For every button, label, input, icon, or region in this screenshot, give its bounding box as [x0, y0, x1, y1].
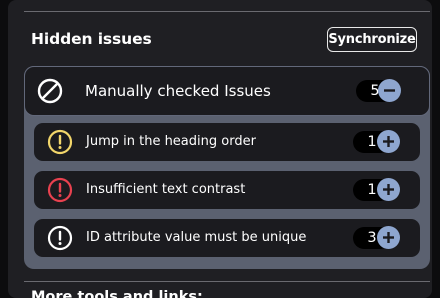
plus-icon	[383, 232, 394, 243]
group-label: Manually checked Issues	[85, 82, 271, 100]
synchronize-button[interactable]: Synchronize	[327, 27, 417, 52]
issue-label: ID attribute value must be unique	[86, 230, 307, 245]
divider	[24, 11, 430, 12]
plus-icon	[383, 136, 394, 147]
unhide-issue-button[interactable]	[377, 130, 400, 153]
info-exclamation-icon	[47, 225, 73, 251]
unhide-issue-button[interactable]	[377, 226, 400, 249]
minus-icon	[384, 89, 395, 92]
section-title-hidden-issues: Hidden issues	[31, 30, 152, 48]
collapse-group-button[interactable]	[378, 79, 401, 102]
warning-exclamation-icon	[47, 129, 73, 155]
divider	[24, 281, 430, 282]
ban-icon	[37, 78, 63, 104]
section-title-more-tools: More tools and links:	[31, 289, 203, 298]
issue-row-heading-order[interactable]: Jump in the heading order 1	[34, 123, 420, 161]
error-exclamation-icon	[47, 177, 73, 203]
page: Hidden issues Synchronize Manually check…	[0, 0, 440, 298]
group-header[interactable]: Manually checked Issues 5	[24, 66, 430, 116]
issue-label: Insufficient text contrast	[86, 182, 246, 197]
issue-row-text-contrast[interactable]: Insufficient text contrast 1	[34, 171, 420, 209]
plus-icon	[383, 184, 394, 195]
manually-checked-group: Manually checked Issues 5 Jump in the he…	[24, 66, 430, 269]
issue-label: Jump in the heading order	[86, 134, 256, 149]
unhide-issue-button[interactable]	[377, 178, 400, 201]
issue-row-unique-id[interactable]: ID attribute value must be unique 3	[34, 219, 420, 257]
